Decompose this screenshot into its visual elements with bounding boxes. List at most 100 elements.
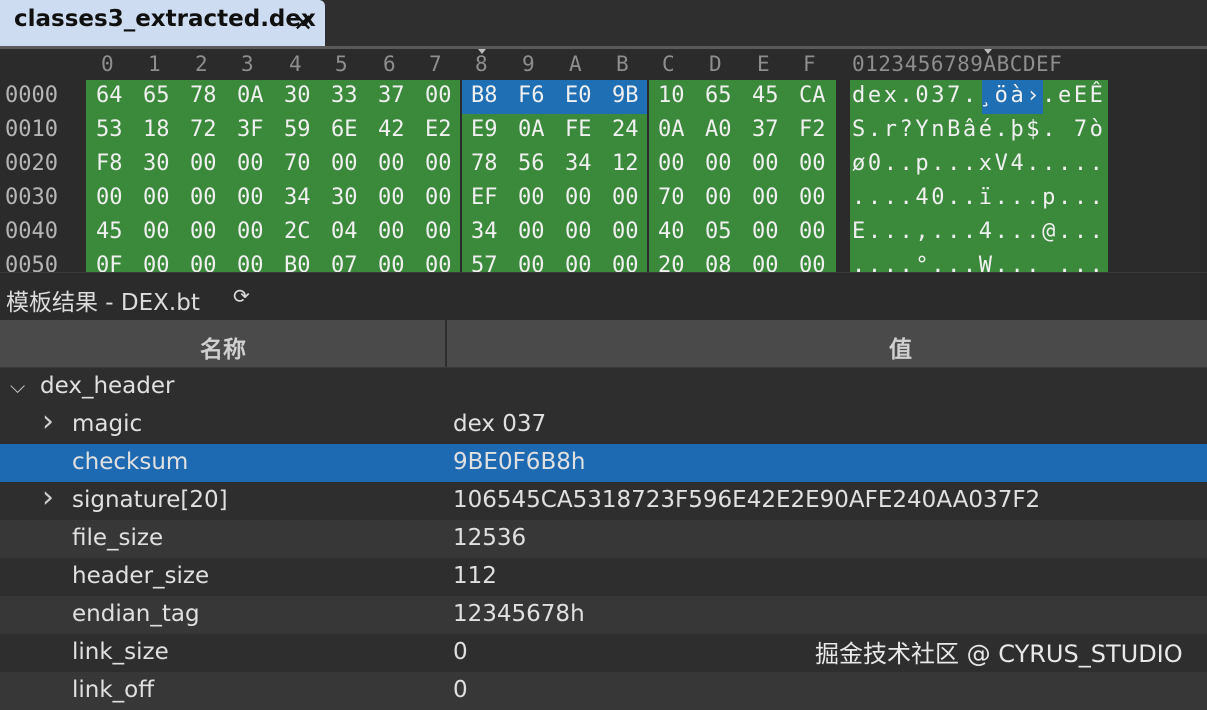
hex-byte[interactable]: 40	[658, 219, 685, 244]
hex-byte[interactable]: 00	[752, 185, 779, 210]
hex-byte[interactable]: 00	[190, 185, 217, 210]
hex-byte[interactable]: F2	[799, 117, 826, 142]
hex-byte[interactable]: 00	[425, 151, 452, 176]
hex-editor[interactable]: 0 1 2 3 4 5 6 7 8 9 A B C D E F 0123456789ABCDEF 0000 64 65…	[0, 46, 1207, 275]
hex-byte[interactable]: 70	[658, 185, 685, 210]
hex-byte[interactable]: 00	[565, 219, 592, 244]
hex-byte[interactable]: 59	[284, 117, 311, 142]
hex-byte[interactable]: 00	[799, 219, 826, 244]
chevron-down-icon[interactable]: ⌵	[10, 374, 25, 398]
hex-byte[interactable]: 56	[518, 151, 545, 176]
hex-byte[interactable]: 00	[518, 219, 545, 244]
hex-byte[interactable]: 00	[425, 83, 452, 108]
close-icon[interactable]: ✕	[293, 9, 313, 37]
hex-byte[interactable]: 64	[96, 83, 123, 108]
hex-byte[interactable]: 00	[425, 185, 452, 210]
hex-byte[interactable]: 05	[705, 219, 732, 244]
hex-byte[interactable]: 00	[612, 185, 639, 210]
hex-byte[interactable]: 12	[612, 151, 639, 176]
hex-byte[interactable]: 00	[425, 219, 452, 244]
hex-byte[interactable]: 3F	[237, 117, 264, 142]
hex-ascii[interactable]: E...,...4...@...	[852, 219, 1106, 244]
value-column-header[interactable]: 值	[447, 320, 1207, 367]
hex-byte[interactable]: 65	[705, 83, 732, 108]
hex-byte[interactable]: 00	[518, 185, 545, 210]
hex-byte[interactable]: 00	[799, 151, 826, 176]
hex-byte[interactable]: 72	[190, 117, 217, 142]
chevron-right-icon[interactable]: ›	[42, 480, 54, 515]
hex-byte[interactable]: 00	[237, 151, 264, 176]
hex-byte[interactable]: E2	[425, 117, 452, 142]
tree-row-link_off[interactable]: link_off 0	[0, 672, 1207, 710]
hex-byte[interactable]: 30	[284, 83, 311, 108]
hex-byte[interactable]: 0A	[518, 117, 545, 142]
hex-ascii[interactable]: dex.037.¸öà›.eEÊ	[852, 83, 1106, 108]
hex-byte[interactable]: 00	[752, 219, 779, 244]
hex-byte[interactable]: 00	[752, 151, 779, 176]
hex-byte[interactable]: 65	[143, 83, 170, 108]
name-column-header[interactable]: 名称	[0, 320, 447, 367]
hex-byte[interactable]: 53	[96, 117, 123, 142]
hex-byte[interactable]: A0	[705, 117, 732, 142]
hex-byte[interactable]: 9B	[612, 83, 639, 108]
hex-byte[interactable]: 00	[658, 151, 685, 176]
hex-byte[interactable]: 00	[378, 185, 405, 210]
hex-byte[interactable]: 45	[96, 219, 123, 244]
chevron-right-icon[interactable]: ›	[42, 404, 54, 439]
hex-byte[interactable]: B8	[471, 83, 498, 108]
hex-ascii[interactable]: ø0..p...xV4.....	[852, 151, 1106, 176]
tree-row-signature20[interactable]: › signature[20] 106545CA5318723F596E42E2E9…	[0, 480, 1207, 520]
hex-byte[interactable]: 78	[471, 151, 498, 176]
hex-byte[interactable]: E0	[565, 83, 592, 108]
file-tab[interactable]: classes3_extracted.dex ✕	[0, 0, 325, 46]
hex-byte[interactable]: 04	[331, 219, 358, 244]
hex-byte[interactable]: 00	[378, 151, 405, 176]
hex-byte[interactable]: EF	[471, 185, 498, 210]
hex-byte[interactable]: 00	[237, 219, 264, 244]
hex-byte[interactable]: 00	[96, 185, 123, 210]
tree-row-dex_header[interactable]: ⌵ dex_header	[0, 368, 1207, 406]
hex-byte[interactable]: E9	[471, 117, 498, 142]
tree-row-magic[interactable]: › magic dex 037	[0, 404, 1207, 444]
hex-byte[interactable]: 18	[143, 117, 170, 142]
hex-byte[interactable]: FE	[565, 117, 592, 142]
hex-byte[interactable]: 37	[378, 83, 405, 108]
tree-row-endian_tag[interactable]: endian_tag 12345678h	[0, 596, 1207, 634]
hex-byte[interactable]: 30	[331, 185, 358, 210]
tree-row-header_size[interactable]: header_size 112	[0, 558, 1207, 596]
hex-byte[interactable]: 00	[565, 185, 592, 210]
hex-byte[interactable]: 00	[612, 219, 639, 244]
hex-byte[interactable]: 0A	[237, 83, 264, 108]
hex-byte[interactable]: CA	[799, 83, 826, 108]
hex-byte[interactable]: 33	[331, 83, 358, 108]
hex-byte[interactable]: 45	[752, 83, 779, 108]
hex-byte[interactable]: 34	[565, 151, 592, 176]
hex-byte[interactable]: 34	[284, 185, 311, 210]
hex-byte[interactable]: 00	[331, 151, 358, 176]
hex-byte[interactable]: 34	[471, 219, 498, 244]
tree-row-file_size[interactable]: file_size 12536	[0, 520, 1207, 558]
hex-byte[interactable]: 37	[752, 117, 779, 142]
hex-byte[interactable]: 00	[378, 219, 405, 244]
refresh-icon[interactable]: ⟳	[233, 284, 250, 308]
hex-byte[interactable]: F8	[96, 151, 123, 176]
hex-byte[interactable]: F6	[518, 83, 545, 108]
hex-byte[interactable]: 10	[658, 83, 685, 108]
hex-byte[interactable]: 2C	[284, 219, 311, 244]
hex-byte[interactable]: 00	[799, 185, 826, 210]
hex-byte[interactable]: 42	[378, 117, 405, 142]
hex-byte[interactable]: 00	[143, 185, 170, 210]
hex-byte[interactable]: 78	[190, 83, 217, 108]
tree-row-checksum[interactable]: checksum 9BE0F6B8h	[0, 444, 1207, 482]
hex-ascii[interactable]: ....40..ï...p...	[852, 185, 1106, 210]
hex-byte[interactable]: 00	[237, 185, 264, 210]
hex-ascii[interactable]: S.r?YnBâé.þ$. 7ò	[852, 117, 1106, 142]
hex-byte[interactable]: 00	[143, 219, 170, 244]
hex-byte[interactable]: 6E	[331, 117, 358, 142]
hex-byte[interactable]: 00	[190, 151, 217, 176]
hex-byte[interactable]: 70	[284, 151, 311, 176]
hex-byte[interactable]: 00	[705, 185, 732, 210]
hex-byte[interactable]: 30	[143, 151, 170, 176]
hex-byte[interactable]: 24	[612, 117, 639, 142]
hex-byte[interactable]: 0A	[658, 117, 685, 142]
